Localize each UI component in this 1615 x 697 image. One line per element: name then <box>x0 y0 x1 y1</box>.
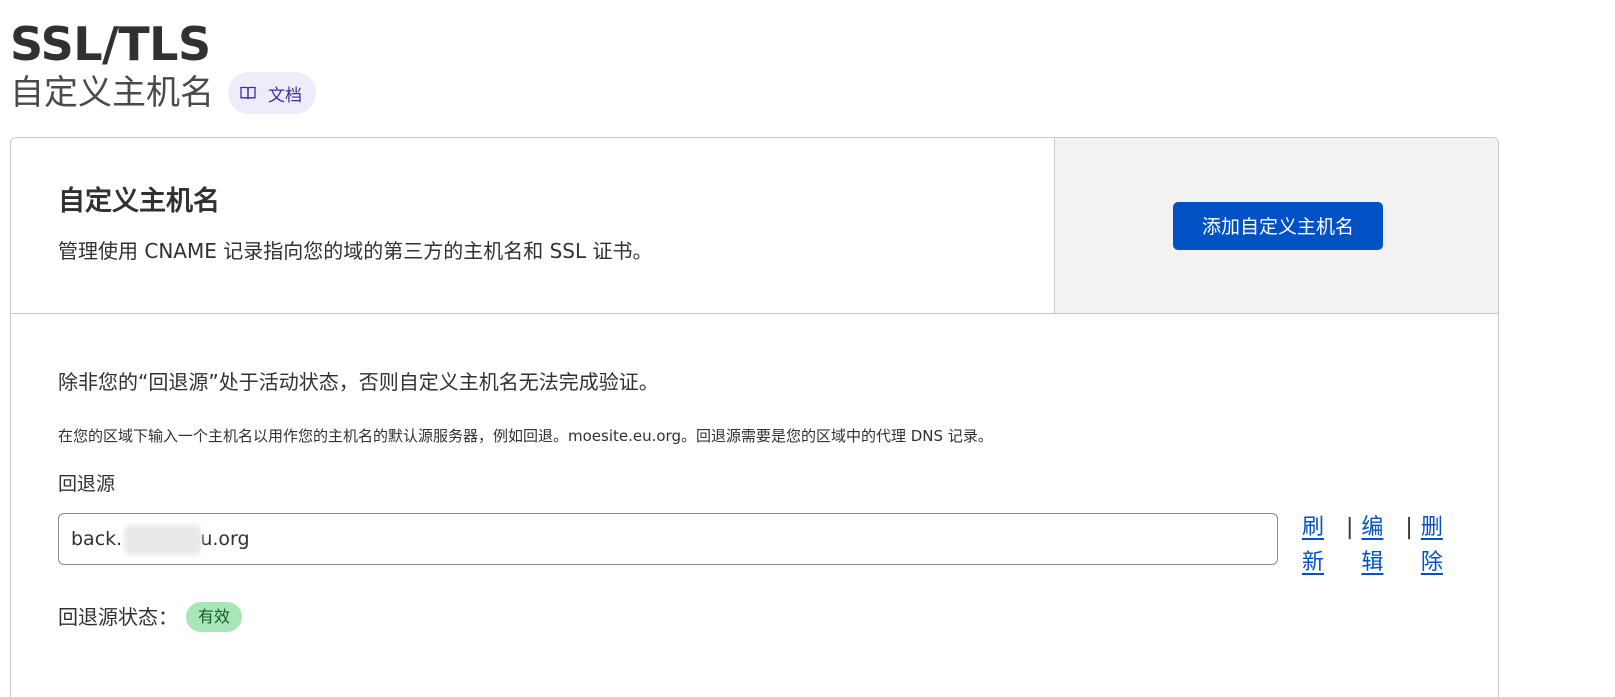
docs-label: 文档 <box>268 85 302 106</box>
card-header-actions: 添加自定义主机名 <box>1054 138 1498 313</box>
action-separator: | <box>1346 515 1354 540</box>
refresh-link[interactable]: 刷新 <box>1300 510 1326 580</box>
docs-button[interactable]: 文档 <box>228 72 316 114</box>
add-custom-hostname-button[interactable]: 添加自定义主机名 <box>1173 202 1383 250</box>
status-badge: 有效 <box>186 602 243 632</box>
fallback-help-text: 在您的区域下输入一个主机名以用作您的主机名的默认源服务器，例如回退。moesit… <box>58 427 993 445</box>
card-header: 自定义主机名 管理使用 CNAME 记录指向您的域的第三方的主机名和 SSL 证… <box>11 138 1498 314</box>
redacted-area <box>124 525 202 555</box>
fallback-actions: 刷新 | 编辑 | 删除 <box>1300 510 1445 580</box>
action-separator: | <box>1405 515 1413 540</box>
section-title: 自定义主机名 <box>58 186 220 217</box>
section-description: 管理使用 CNAME 记录指向您的域的第三方的主机名和 SSL 证书。 <box>58 239 653 263</box>
card-header-text: 自定义主机名 管理使用 CNAME 记录指向您的域的第三方的主机名和 SSL 证… <box>11 138 1054 313</box>
fallback-status-row: 回退源状态： 有效 <box>58 600 243 634</box>
edit-link[interactable]: 编辑 <box>1359 510 1385 580</box>
fallback-origin-label: 回退源 <box>58 473 116 495</box>
page: SSL/TLS 自定义主机名 文档 自定义主机名 管理使用 CNAME 记录指向… <box>0 0 1615 697</box>
page-title: SSL/TLS <box>10 17 211 71</box>
fallback-warning: 除非您的“回退源”处于活动状态，否则自定义主机名无法完成验证。 <box>58 370 659 394</box>
custom-hostnames-card: 自定义主机名 管理使用 CNAME 记录指向您的域的第三方的主机名和 SSL 证… <box>10 137 1499 697</box>
fallback-status-label: 回退源状态： <box>58 605 178 629</box>
fallback-origin-input[interactable] <box>58 513 1278 565</box>
subtitle-row: 自定义主机名 文档 <box>10 70 316 116</box>
book-icon <box>240 86 256 100</box>
card-body: 除非您的“回退源”处于活动状态，否则自定义主机名无法完成验证。 在您的区域下输入… <box>11 314 1498 697</box>
delete-link[interactable]: 删除 <box>1419 510 1445 580</box>
page-subtitle: 自定义主机名 <box>10 73 214 113</box>
